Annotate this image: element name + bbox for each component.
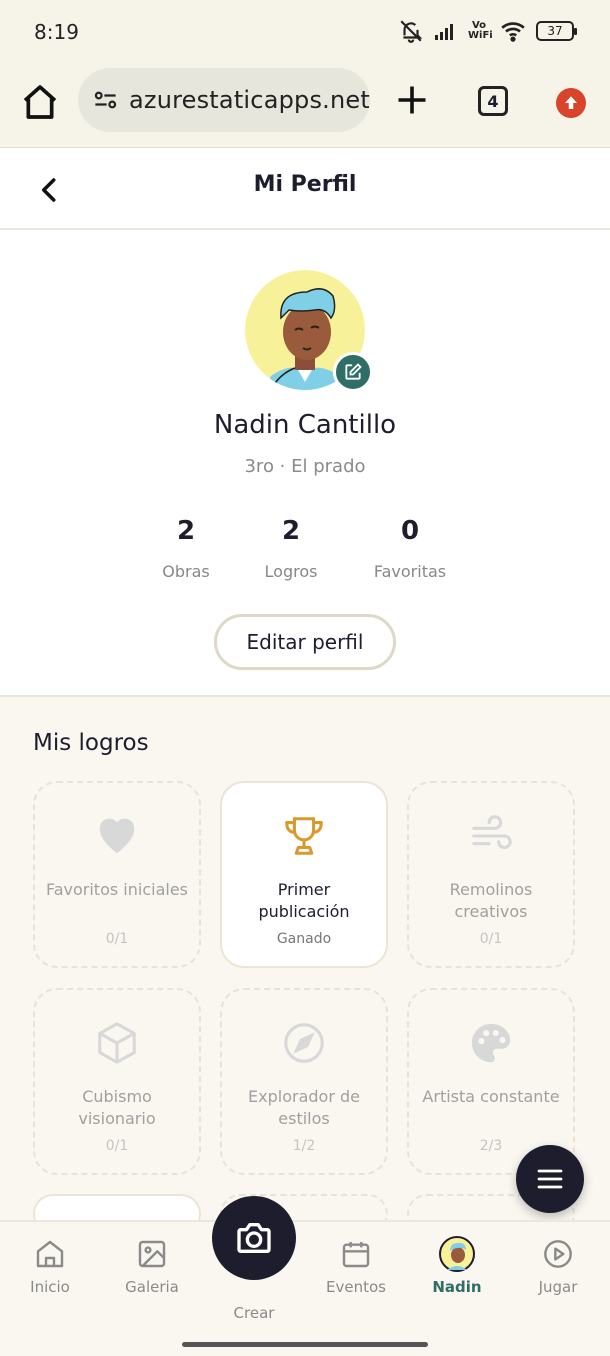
- gesture-home-indicator[interactable]: [182, 1342, 428, 1347]
- achievement-card[interactable]: Primer publicación Ganado: [220, 781, 388, 968]
- achievement-name: Explorador de estilos: [248, 1087, 360, 1128]
- menu-icon: [537, 1169, 563, 1189]
- site-settings-icon: [94, 91, 117, 109]
- avatar-icon: [439, 1236, 475, 1272]
- arrow-up-icon: [565, 96, 577, 109]
- nav-label: Inicio: [30, 1278, 70, 1296]
- stat-favoritas[interactable]: 0 Favoritas: [350, 516, 470, 581]
- user-name: Nadin Cantillo: [213, 410, 397, 440]
- achievement-name: Favoritos iniciales: [45, 880, 188, 899]
- achievement-progress: 0/1: [105, 1138, 129, 1154]
- achievement-progress: Ganado: [276, 931, 332, 947]
- play-icon: [544, 1240, 572, 1268]
- stat-obras[interactable]: 2 Obras: [126, 516, 246, 581]
- achievement-name: Remolinos creativos: [449, 880, 533, 921]
- plus-icon: [398, 86, 426, 114]
- avatar-container: [245, 270, 373, 392]
- update-button[interactable]: [556, 88, 586, 118]
- trophy-icon: [285, 817, 323, 855]
- stat-value: 0: [400, 516, 420, 546]
- bottom-nav: Inicio Galeria Crear Eventos Nadin Jugar: [0, 1196, 610, 1356]
- achievement-progress: 0/1: [479, 931, 503, 947]
- stat-label: Obras: [162, 562, 210, 581]
- vowifi-label: Vo WiFi: [468, 20, 493, 41]
- page-title: Mi Perfil: [253, 172, 357, 197]
- nav-item-eventos[interactable]: Eventos: [316, 1236, 396, 1296]
- achievement-name: Artista constante: [422, 1087, 560, 1106]
- stat-value: 2: [176, 516, 196, 546]
- achievement-card[interactable]: Explorador de estilos 1/2: [220, 988, 388, 1175]
- browser-home-button[interactable]: [20, 82, 60, 122]
- nav-label: Crear: [233, 1304, 275, 1322]
- wind-icon: [472, 815, 512, 849]
- user-grade-location: 3ro · El prado: [244, 456, 366, 477]
- calendar-icon: [342, 1242, 370, 1268]
- home-icon: [23, 85, 57, 119]
- nav-item-galeria[interactable]: Galeria: [112, 1236, 192, 1296]
- address-bar[interactable]: azurestaticapps.net: [78, 68, 370, 132]
- palette-icon: [471, 1023, 511, 1063]
- edit-profile-button[interactable]: Editar perfil: [214, 614, 396, 670]
- new-tab-button[interactable]: [394, 82, 430, 118]
- nav-item-crear[interactable]: [212, 1196, 296, 1280]
- achievement-card[interactable]: Cubismo visionario 0/1: [33, 988, 201, 1175]
- stat-label: Favoritas: [373, 562, 447, 581]
- profile-section: Nadin Cantillo 3ro · El prado 2 Obras 2 …: [0, 230, 610, 697]
- camera-icon: [237, 1223, 271, 1253]
- achievement-card[interactable]: Favoritos iniciales 0/1: [33, 781, 201, 968]
- browser-toolbar: azurestaticapps.net 4: [0, 62, 610, 148]
- pencil-square-icon: [345, 363, 362, 380]
- nav-label: Nadin: [432, 1278, 482, 1296]
- menu-fab-button[interactable]: [516, 1145, 584, 1213]
- nav-label: Eventos: [326, 1278, 386, 1296]
- url-text: azurestaticapps.net: [128, 86, 370, 114]
- home-icon: [36, 1240, 64, 1268]
- edit-avatar-button[interactable]: [333, 352, 373, 392]
- nav-item-inicio[interactable]: Inicio: [10, 1236, 90, 1296]
- achievement-card[interactable]: Remolinos creativos 0/1: [407, 781, 575, 968]
- signal-icon: [435, 24, 453, 40]
- app-header: Mi Perfil: [0, 148, 610, 230]
- nav-item-jugar[interactable]: Jugar: [518, 1236, 598, 1296]
- achievement-name: Cubismo visionario: [78, 1087, 156, 1128]
- nav-item-nadin[interactable]: Nadin: [417, 1236, 497, 1296]
- achievements-title: Mis logros: [33, 730, 149, 756]
- image-icon: [138, 1240, 166, 1268]
- status-bar: 8:19 Vo WiFi 37: [0, 0, 610, 62]
- achievement-progress: 0/1: [105, 931, 129, 947]
- nav-label: Jugar: [538, 1278, 578, 1296]
- tab-switcher-button[interactable]: 4: [478, 86, 508, 116]
- bell-off-icon: [400, 20, 423, 43]
- status-icons: Vo WiFi 37: [398, 18, 577, 44]
- status-time: 8:19: [34, 20, 79, 44]
- heart-icon: [99, 818, 135, 854]
- battery-icon: 37: [536, 21, 577, 41]
- cube-icon: [98, 1022, 136, 1064]
- stat-logros[interactable]: 2 Logros: [231, 516, 351, 581]
- stat-label: Logros: [264, 562, 318, 581]
- compass-icon: [284, 1023, 324, 1063]
- wifi-icon: [501, 22, 525, 42]
- nav-label: Galeria: [125, 1278, 179, 1296]
- achievement-name: Primer publicación: [258, 880, 350, 921]
- achievement-progress: 1/2: [292, 1138, 316, 1154]
- stat-value: 2: [281, 516, 301, 546]
